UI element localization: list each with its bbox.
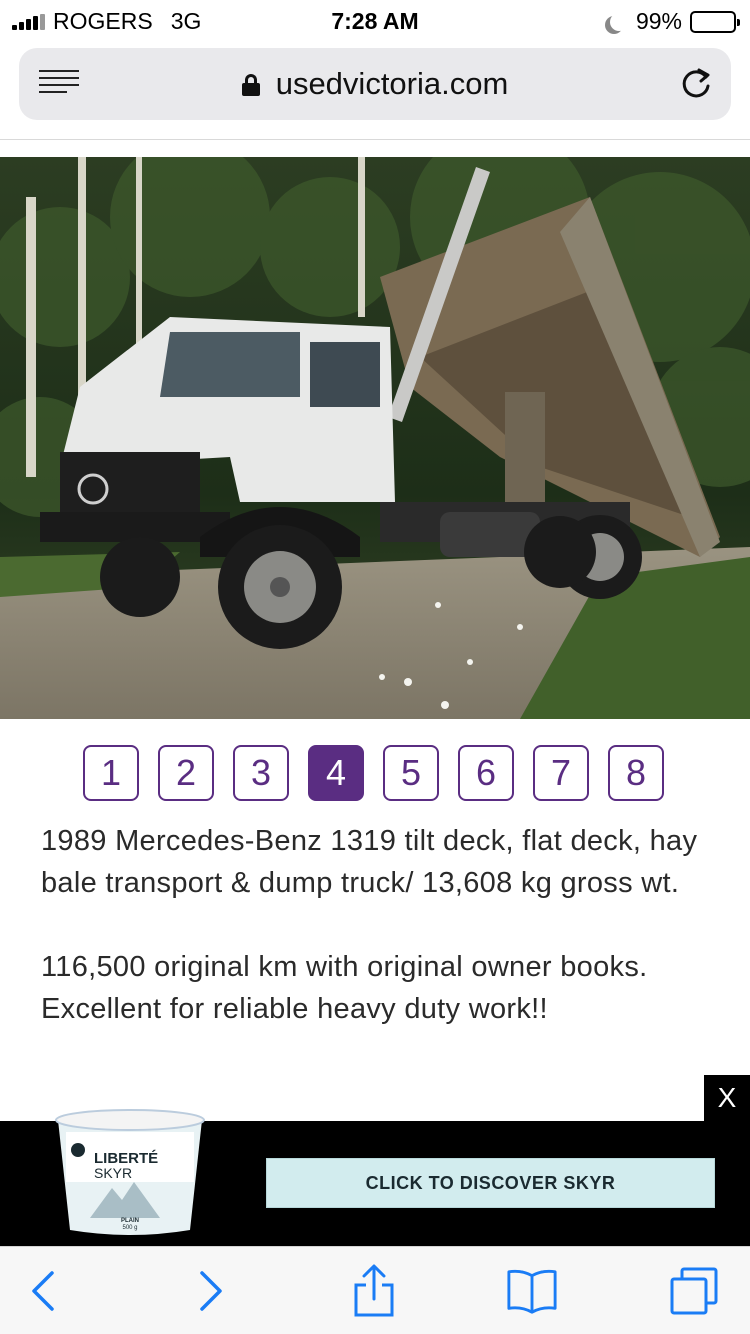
- ad-close-button[interactable]: X: [704, 1075, 750, 1121]
- ad-product-flavor: PLAIN: [121, 1218, 139, 1224]
- back-button[interactable]: [18, 1265, 70, 1317]
- ad-cta-button[interactable]: CLICK TO DISCOVER SKYR: [266, 1158, 715, 1208]
- page-button-2[interactable]: 2: [158, 745, 214, 801]
- description-paragraph-1: 1989 Mercedes-Benz 1319 tilt deck, flat …: [41, 825, 698, 899]
- chevron-right-icon: [200, 1271, 222, 1311]
- share-button[interactable]: [348, 1264, 400, 1317]
- book-icon: [507, 1269, 557, 1314]
- image-pager: 12345678: [83, 745, 664, 801]
- reload-icon[interactable]: [679, 67, 713, 101]
- page-button-1[interactable]: 1: [83, 745, 139, 801]
- url-text: usedvictoria.com: [275, 66, 509, 101]
- page-button-4[interactable]: 4: [308, 745, 364, 801]
- page-button-5[interactable]: 5: [383, 745, 439, 801]
- page-button-6[interactable]: 6: [458, 745, 514, 801]
- status-right: 99%: [604, 8, 740, 35]
- page-button-8[interactable]: 8: [608, 745, 664, 801]
- chevron-left-icon: [32, 1271, 54, 1311]
- address-bar[interactable]: usedvictoria.com: [19, 48, 731, 120]
- url-display[interactable]: usedvictoria.com: [19, 66, 731, 102]
- safari-toolbar: [0, 1246, 750, 1334]
- tabs-button[interactable]: [668, 1265, 720, 1317]
- skyr-tub-image[interactable]: LIBERTÉ SKYR PLAIN 500 g: [50, 1108, 210, 1240]
- page-button-3[interactable]: 3: [233, 745, 289, 801]
- share-icon: [354, 1264, 394, 1317]
- listing-description: 1989 Mercedes-Benz 1319 tilt deck, flat …: [41, 820, 711, 1030]
- status-bar: ROGERS 3G 7:28 AM 99%: [0, 0, 750, 40]
- ad-product-size: 500 g: [122, 1225, 137, 1231]
- forward-button[interactable]: [184, 1265, 236, 1317]
- bookmarks-button[interactable]: [506, 1265, 558, 1317]
- toolbar-divider: [0, 139, 750, 140]
- dump-truck-photo[interactable]: [0, 157, 750, 719]
- battery-percent: 99%: [635, 8, 682, 34]
- description-paragraph-2: 116,500 original km with original owner …: [41, 951, 648, 1025]
- do-not-disturb-icon: [610, 13, 628, 31]
- tabs-icon: [670, 1267, 718, 1315]
- lock-icon: [241, 74, 260, 96]
- ad-product-name: SKYR: [94, 1165, 132, 1181]
- battery-icon: [690, 10, 740, 33]
- page-button-7[interactable]: 7: [533, 745, 589, 801]
